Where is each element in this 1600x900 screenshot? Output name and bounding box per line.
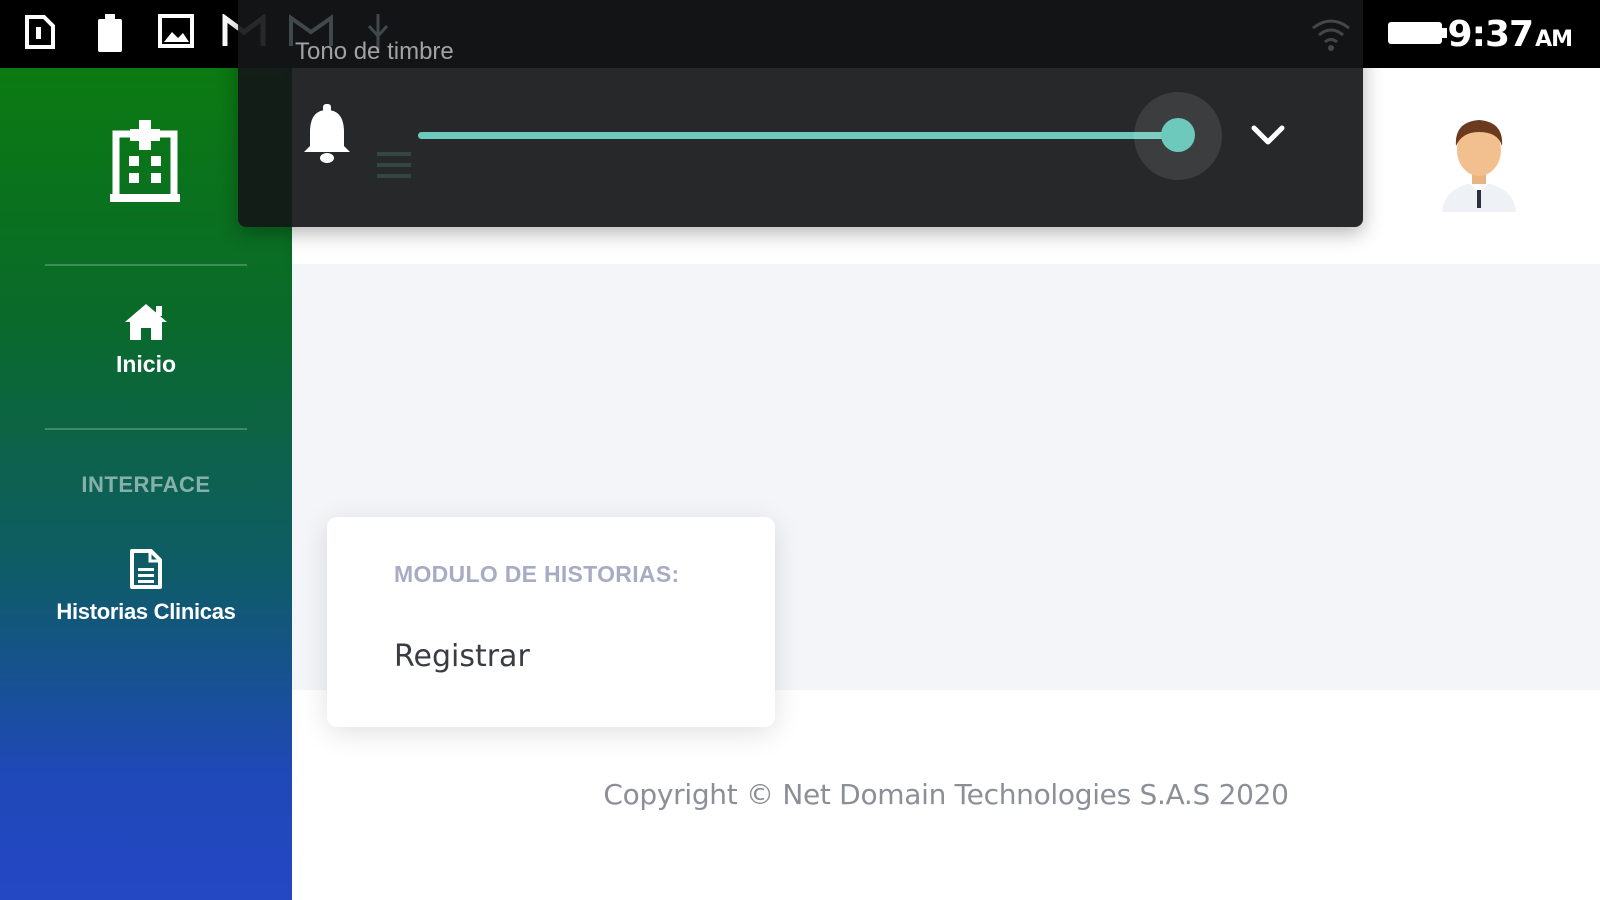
sidebar-item-label: Inicio bbox=[115, 351, 177, 377]
sidebar-divider bbox=[45, 264, 247, 266]
chevron-down-icon[interactable] bbox=[1250, 120, 1286, 155]
hospital-icon[interactable] bbox=[110, 120, 180, 207]
copyright-text: Copyright © Net Domain Technologies S.A.… bbox=[603, 778, 1289, 811]
wifi-icon bbox=[1311, 18, 1351, 57]
menu-icon[interactable] bbox=[377, 150, 411, 185]
home-icon bbox=[123, 302, 169, 347]
status-time: 9:37AM bbox=[1447, 14, 1573, 55]
battery-icon bbox=[1386, 20, 1448, 51]
card-heading: MODULO DE HISTORIAS: bbox=[394, 561, 680, 587]
file-icon bbox=[129, 548, 163, 595]
sidebar-divider bbox=[45, 428, 247, 430]
sidebar-item-inicio[interactable]: Inicio bbox=[0, 302, 292, 378]
volume-panel: Tono de timbre bbox=[238, 0, 1363, 227]
sidebar-item-label: Historias Clinicas bbox=[56, 599, 236, 624]
status-time-value: 9:37 bbox=[1447, 14, 1535, 55]
user-avatar[interactable] bbox=[1438, 116, 1520, 217]
volume-stream-title: Tono de timbre bbox=[295, 38, 454, 65]
sidebar-section-heading: INTERFACE bbox=[81, 472, 211, 497]
status-time-ampm: AM bbox=[1535, 27, 1573, 52]
historias-module-card: MODULO DE HISTORIAS: Registrar bbox=[327, 517, 775, 727]
sim-card-icon bbox=[24, 14, 56, 55]
volume-slider[interactable] bbox=[418, 92, 1222, 180]
volume-slider-thumb[interactable] bbox=[1161, 118, 1195, 152]
volume-panel-header: Tono de timbre bbox=[238, 0, 1363, 68]
image-icon bbox=[158, 14, 194, 53]
bell-icon[interactable] bbox=[302, 104, 352, 169]
registrar-link[interactable]: Registrar bbox=[394, 639, 530, 674]
battery-saver-icon bbox=[96, 14, 124, 57]
sidebar-item-historias-clinicas[interactable]: Historias Clinicas bbox=[0, 548, 292, 625]
volume-slider-fill bbox=[418, 132, 1178, 139]
